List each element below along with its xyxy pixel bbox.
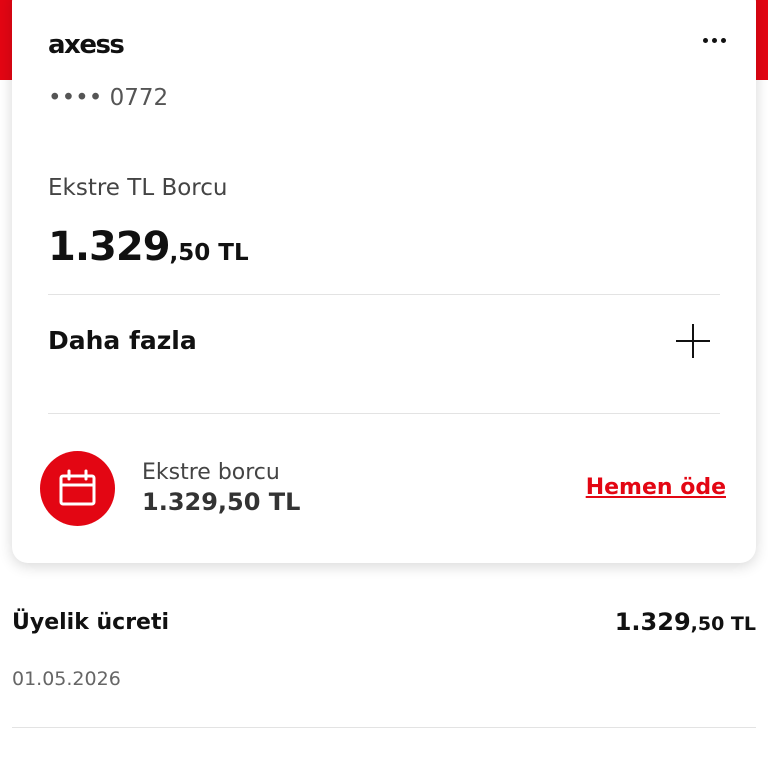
statement-debt-amount-sub: ,50 TL xyxy=(169,240,249,266)
divider xyxy=(48,413,720,414)
payment-label: Ekstre borcu xyxy=(142,460,280,485)
dot xyxy=(712,38,717,43)
divider xyxy=(48,294,720,295)
calendar-glyph xyxy=(59,469,96,506)
card-number: •••• 0772 xyxy=(48,85,169,111)
statement-debt-label: Ekstre TL Borcu xyxy=(48,175,228,201)
transaction-amount-sub: ,50 TL xyxy=(690,613,756,635)
more-details-label: Daha fazla xyxy=(48,326,197,355)
brand-logo: axess xyxy=(48,30,125,60)
dot xyxy=(721,38,726,43)
transaction-title: Üyelik ücreti xyxy=(12,610,170,635)
payment-amount: 1.329,50 TL xyxy=(142,488,301,516)
transaction-date: 01.05.2026 xyxy=(12,668,121,690)
credit-card-summary: axess •••• 0772 Ekstre TL Borcu 1.329,50… xyxy=(12,0,756,563)
statement-debt-amount-main: 1.329 xyxy=(48,224,171,270)
header-background-right xyxy=(754,0,768,80)
divider xyxy=(12,727,756,728)
pay-now-link[interactable]: Hemen öde xyxy=(586,475,726,500)
transaction-amount: 1.329,50 TL xyxy=(615,608,756,636)
screen: axess •••• 0772 Ekstre TL Borcu 1.329,50… xyxy=(0,0,768,768)
plus-icon[interactable] xyxy=(676,324,710,358)
more-details-toggle[interactable]: Daha fazla xyxy=(48,312,720,394)
more-dots-icon[interactable] xyxy=(703,38,726,43)
statement-debt-amount: 1.329,50 TL xyxy=(48,224,249,270)
dot xyxy=(703,38,708,43)
calendar-icon xyxy=(40,451,115,526)
transaction-amount-main: 1.329 xyxy=(614,608,691,636)
